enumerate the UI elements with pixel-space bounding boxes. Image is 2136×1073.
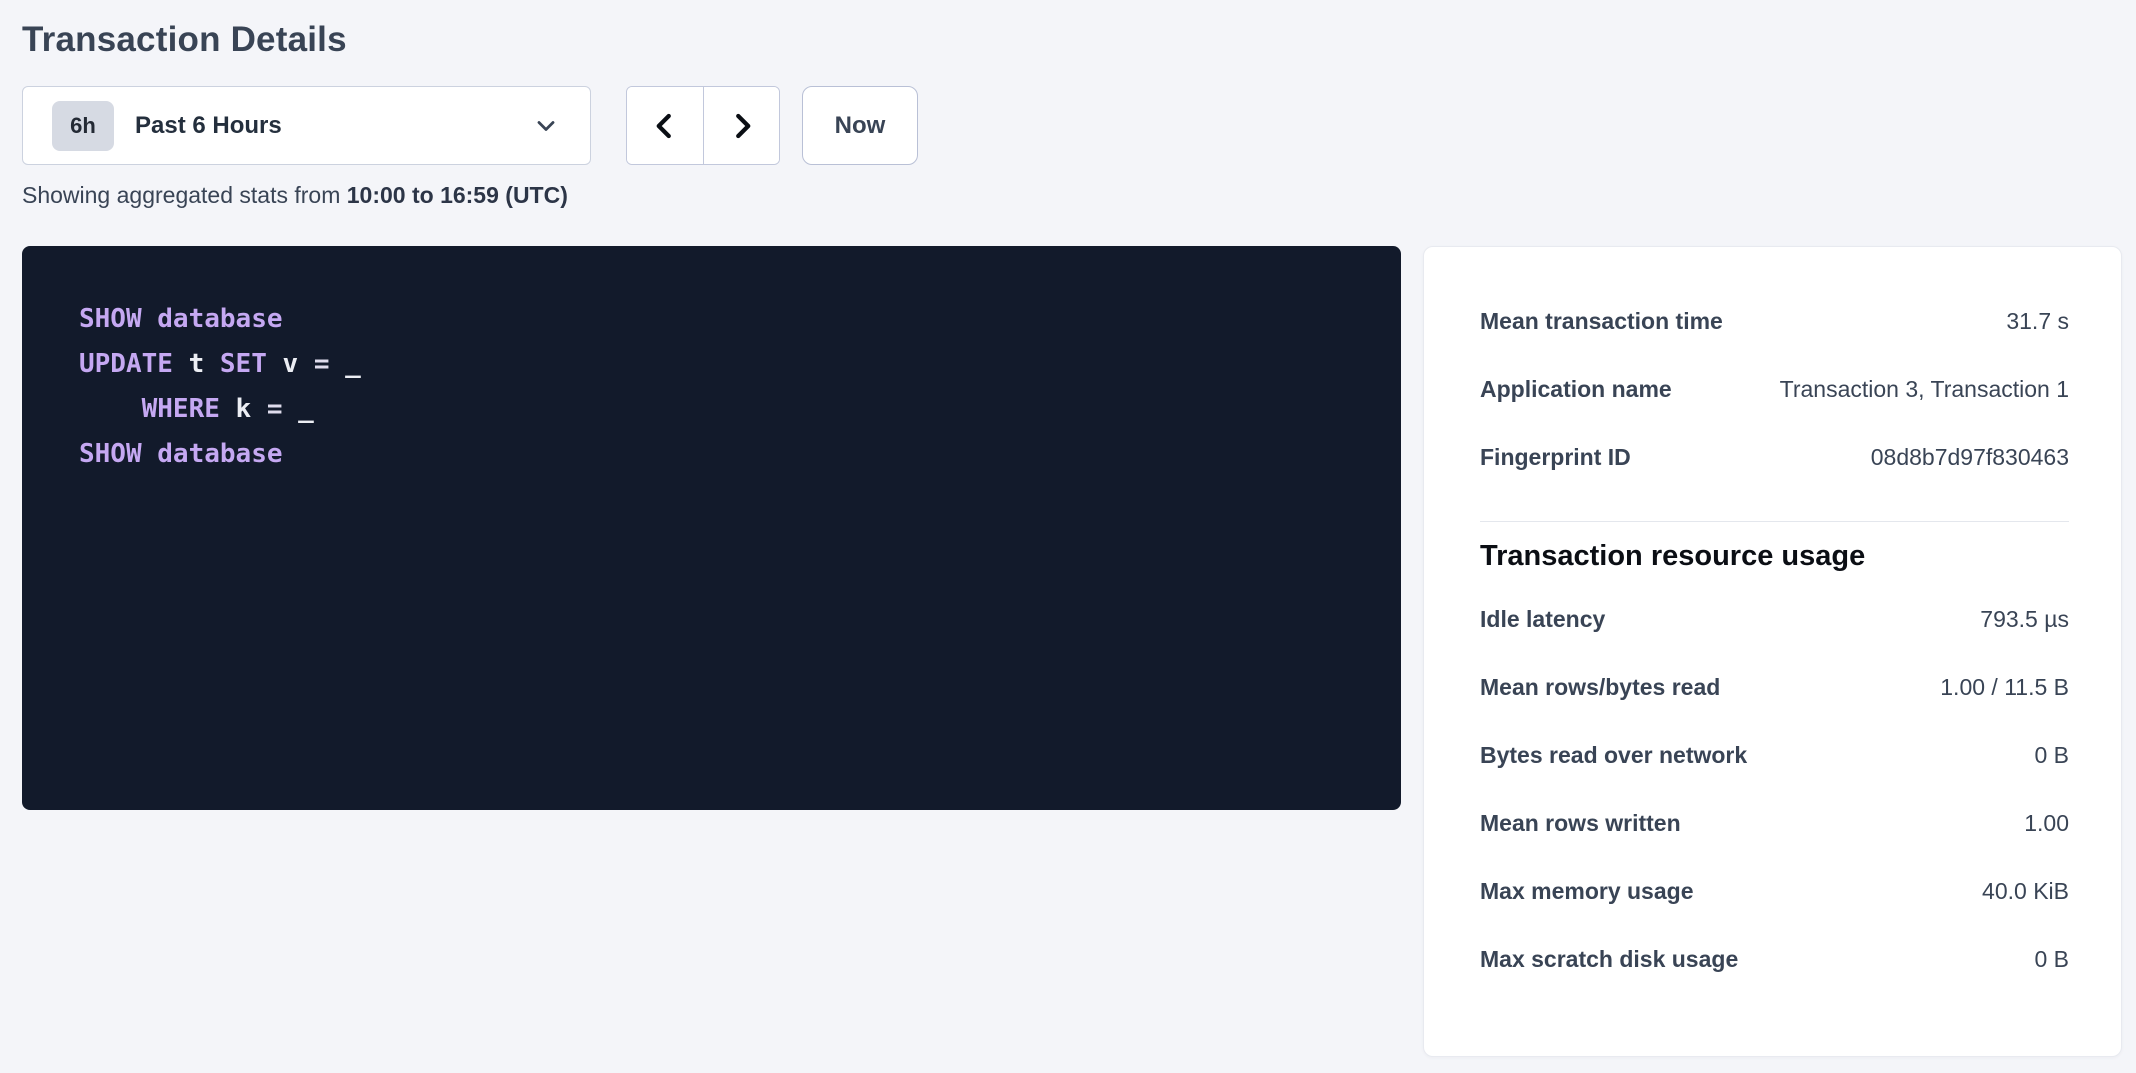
stat-label: Mean rows written (1480, 810, 1681, 837)
stat-label: Fingerprint ID (1480, 444, 1631, 471)
stat-value: 40.0 KiB (1982, 878, 2069, 905)
stat-value: 1.00 (2024, 810, 2069, 837)
stat-row: Max scratch disk usage 0 B (1480, 925, 2069, 993)
chevron-down-icon (532, 112, 560, 140)
next-time-button[interactable] (703, 87, 779, 164)
sql-line: SHOW database (79, 432, 1361, 477)
resource-usage-rows: Idle latency 793.5 µs Mean rows/bytes read… (1480, 585, 2069, 993)
stat-value: 0 B (2034, 946, 2069, 973)
chevron-right-icon (727, 109, 757, 143)
stat-row: Mean transaction time 31.7 s (1480, 287, 2069, 355)
sql-statement-box: SHOW databaseUPDATE t SET v = _ WHERE k … (22, 246, 1401, 810)
stat-row: Max memory usage 40.0 KiB (1480, 857, 2069, 925)
stat-label: Bytes read over network (1480, 742, 1747, 769)
sql-line: UPDATE t SET v = _ (79, 342, 1361, 387)
stat-label: Mean rows/bytes read (1480, 674, 1720, 701)
time-range-badge: 6h (52, 101, 114, 151)
summary-range-text: 10:00 to 16:59 (UTC) (347, 182, 568, 208)
time-picker-toolbar: 6h Past 6 Hours Now (22, 86, 2122, 165)
stat-row: Mean rows/bytes read 1.00 / 11.5 B (1480, 653, 2069, 721)
stat-label: Application name (1480, 376, 1672, 403)
stat-label: Idle latency (1480, 606, 1605, 633)
now-button[interactable]: Now (802, 86, 918, 165)
stat-value: 31.7 s (2006, 308, 2069, 335)
time-step-button-group (626, 86, 780, 165)
stat-row: Fingerprint ID 08d8b7d97f830463 (1480, 423, 2069, 491)
time-range-dropdown[interactable]: 6h Past 6 Hours (22, 86, 591, 165)
summary-rows: Mean transaction time 31.7 s Application n… (1480, 287, 2069, 491)
stat-value: 793.5 µs (1980, 606, 2069, 633)
transaction-details-page: Transaction Details 6h Past 6 Hours Now … (0, 0, 2136, 1073)
stat-value: 1.00 / 11.5 B (1940, 674, 2069, 701)
stat-label: Max scratch disk usage (1480, 946, 1738, 973)
stat-value: Transaction 3, Transaction 1 (1780, 376, 2069, 403)
main-content: SHOW databaseUPDATE t SET v = _ WHERE k … (22, 246, 2122, 1057)
stat-value: 0 B (2034, 742, 2069, 769)
page-title: Transaction Details (22, 20, 2122, 60)
transaction-details-panel: Mean transaction time 31.7 s Application n… (1423, 246, 2122, 1057)
panel-divider (1480, 521, 2069, 522)
stat-value: 08d8b7d97f830463 (1871, 444, 2069, 471)
chevron-left-icon (650, 109, 680, 143)
sql-line: WHERE k = _ (79, 387, 1361, 432)
stat-label: Max memory usage (1480, 878, 1693, 905)
aggregated-stats-summary: Showing aggregated stats from 10:00 to 1… (22, 182, 2122, 209)
time-range-label: Past 6 Hours (135, 112, 532, 140)
summary-prefix-text: Showing aggregated stats from (22, 182, 347, 208)
previous-time-button[interactable] (627, 87, 703, 164)
stat-row: Mean rows written 1.00 (1480, 789, 2069, 857)
resource-usage-heading: Transaction resource usage (1480, 540, 2069, 573)
stat-row: Application name Transaction 3, Transacti… (1480, 355, 2069, 423)
stat-row: Idle latency 793.5 µs (1480, 585, 2069, 653)
sql-line: SHOW database (79, 297, 1361, 342)
stat-row: Bytes read over network 0 B (1480, 721, 2069, 789)
stat-label: Mean transaction time (1480, 308, 1723, 335)
